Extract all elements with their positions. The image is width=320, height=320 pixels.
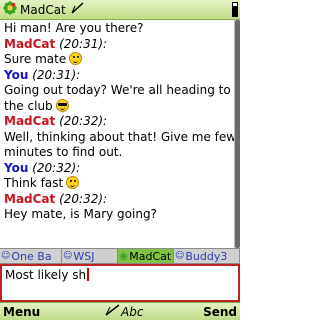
message-body: Hey mate, is Mary going? (4, 207, 157, 221)
smiley-icon (66, 176, 80, 189)
message-body: Sure mate (4, 52, 67, 66)
input-mode-indicator: Abc (105, 304, 143, 319)
message-timestamp: (20:32): (59, 191, 108, 206)
message-timestamp: (20:32): (59, 114, 108, 128)
window-title: MadCat (20, 2, 66, 17)
person-icon: ☺ (175, 251, 185, 261)
pen-mode-icon (105, 304, 121, 319)
message-text: minutes to find out. (4, 145, 230, 161)
chat-history[interactable]: Hi man! Are you there? MadCat (20:31): Sur… (0, 20, 234, 248)
message-body: minutes to find out. (4, 145, 123, 159)
conversation-tab[interactable]: ☺ One Ba (0, 249, 62, 263)
sender-name: You (4, 160, 29, 175)
text-caret (87, 268, 90, 281)
cool-smiley-icon (55, 98, 69, 112)
message-header: MadCat (20:32): (4, 114, 230, 130)
tab-label: MadCat (129, 249, 172, 263)
menu-softkey[interactable]: Menu (3, 305, 40, 319)
conversation-tab[interactable]: ☺ WSJ (62, 249, 118, 263)
message-text: Going out today? We're all heading to (4, 83, 231, 99)
message-body: Think fast (4, 176, 64, 190)
chat-scrollbar[interactable] (234, 20, 240, 248)
smiley-icon (69, 52, 83, 65)
conversation-tabs: ☺ One Ba ☺ WSJ ❀ MadCat ☺ Buddy3 (0, 248, 240, 264)
battery-icon (232, 2, 238, 17)
message-input[interactable]: Most likely sh (0, 264, 240, 302)
message-text: the club (4, 98, 230, 115)
tab-label: Buddy3 (185, 249, 228, 263)
send-softkey[interactable]: Send (203, 305, 237, 319)
message-timestamp: (20:31): (59, 36, 108, 51)
conversation-tab[interactable]: ☺ Buddy3 (174, 249, 240, 263)
message-header: MadCat (20:31): (4, 37, 230, 53)
message-body: the club (4, 98, 53, 113)
tab-label: WSJ (73, 249, 95, 263)
person-icon: ☺ (63, 251, 73, 261)
scrollbar-thumb[interactable] (235, 20, 240, 248)
icq-flower-icon: ❀ (119, 249, 129, 263)
message-body: Well, thinking about that! Give me few (4, 129, 234, 144)
message-text: Hey mate, is Mary going? (4, 207, 230, 223)
message-timestamp: (20:32): (32, 160, 81, 175)
message-text: Sure mate (4, 52, 230, 68)
message-input-text: Most likely sh (5, 268, 87, 282)
message-text: Well, thinking about that! Give me few (4, 130, 234, 146)
sender-name: MadCat (4, 191, 56, 206)
message-text: Hi man! Are you there? (4, 21, 230, 37)
message-timestamp: (20:31): (32, 67, 81, 82)
person-icon: ☺ (1, 251, 11, 261)
sender-name: You (4, 67, 29, 82)
icq-flower-icon (3, 1, 17, 18)
message-body: Going out today? We're all heading to (4, 83, 231, 97)
title-bar: MadCat (0, 0, 240, 20)
conversation-tab[interactable]: ❀ MadCat (118, 249, 174, 263)
message-text: Think fast (4, 176, 230, 192)
input-mode-label: Abc (121, 304, 144, 319)
message-header: You (20:32): (4, 161, 230, 177)
message-header: You (20:31): (4, 68, 230, 84)
message-header: MadCat (20:32): (4, 192, 230, 208)
sender-name: MadCat (4, 36, 56, 51)
pen-input-icon (71, 2, 85, 17)
tab-label: One Ba (11, 249, 52, 263)
softkey-bar: Menu Abc Send (0, 302, 240, 320)
message-body: Hi man! Are you there? (4, 21, 144, 35)
sender-name: MadCat (4, 114, 56, 128)
